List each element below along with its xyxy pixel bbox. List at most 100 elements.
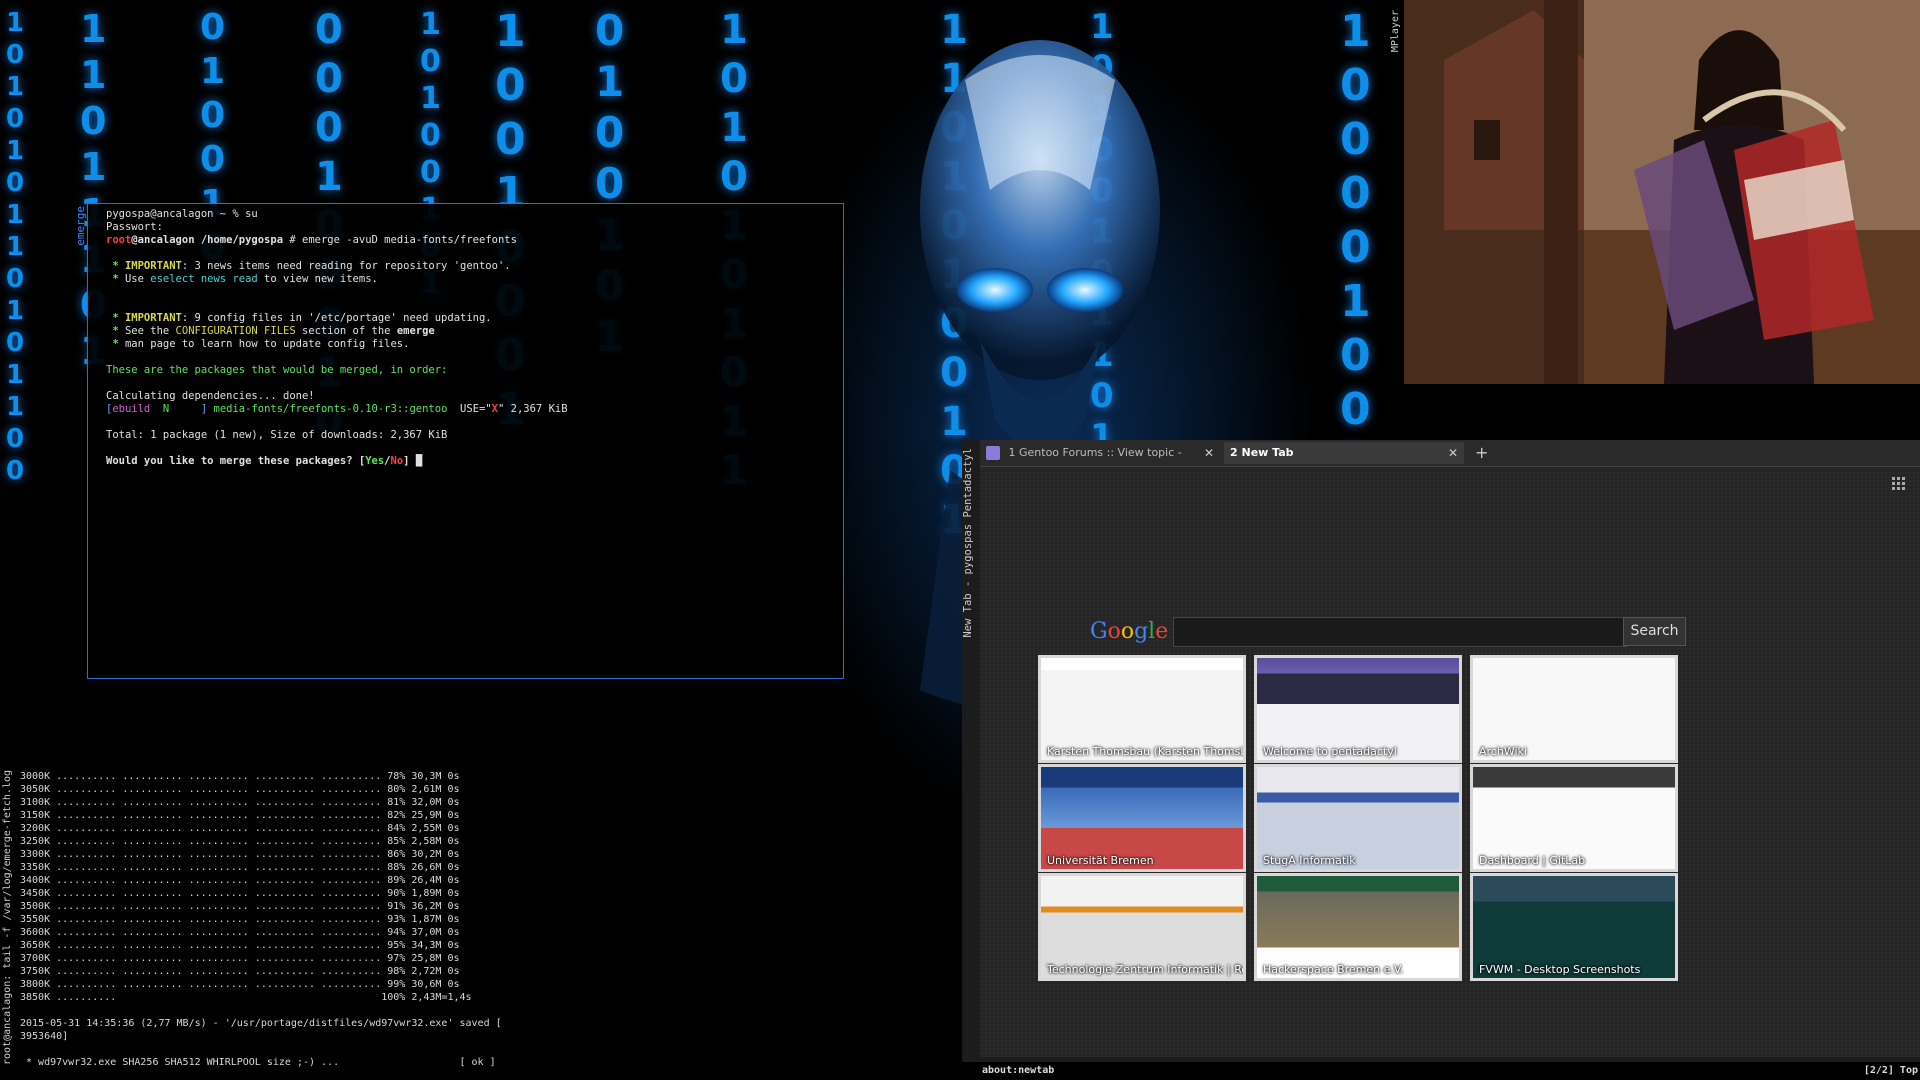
speed-dial-tile-label: ArchWiki [1479, 745, 1527, 758]
fetch-log-terminal-window[interactable]: root@ancalagon: tail -f /var/log/emerge-… [0, 762, 505, 1080]
log-line: 3350K .......... .......... .......... .… [20, 862, 460, 873]
matrix-digit: 1 [595, 57, 625, 106]
speed-dial-tile[interactable]: Universität Bremen [1038, 764, 1246, 872]
speed-dial-tile-label: FVWM - Desktop Screenshots [1479, 963, 1641, 976]
matrix-digit: 0 [6, 104, 25, 134]
video-frame[interactable] [1404, 0, 1920, 384]
matrix-digit: 1 [6, 136, 25, 166]
matrix-digit: 0 [495, 114, 526, 165]
google-search-button[interactable]: Search [1623, 617, 1686, 646]
matrix-digit: 0 [420, 118, 441, 153]
terminal-text: Calculating dependencies... done! [106, 390, 315, 402]
terminal-line: * man page to learn how to update config… [106, 338, 843, 351]
speed-dial-tile[interactable]: Karsten Thomsbau (Karsten Thomsbau) [1038, 655, 1246, 763]
emerge-terminal-title: emerge [74, 206, 87, 246]
log-line: 3800K .......... .......... .......... .… [20, 979, 460, 990]
matrix-digit: 0 [200, 7, 226, 48]
matrix-digit: 0 [1340, 114, 1371, 165]
emerge-terminal-output[interactable]: pygospa@ancalagon ~ % su Passwort: root@an… [88, 204, 843, 468]
matrix-digit: 1 [6, 296, 25, 326]
terminal-line: Total: 1 package (1 new), Size of downlo… [106, 429, 843, 442]
terminal-text: IMPORTANT [124, 312, 182, 324]
google-search-input[interactable] [1173, 617, 1627, 647]
log-line: 3300K .......... .......... .......... .… [20, 849, 460, 860]
pentadactyl-browser-window[interactable]: New Tab - pygospas Pentadactyl 1 Gentoo … [962, 440, 1920, 1080]
terminal-line: Would you like to merge these packages? … [106, 455, 843, 468]
log-line: 3100K .......... .......... .......... .… [20, 797, 460, 808]
speed-dial-tile[interactable]: Technologie-Zentrum Informatik | Robotic… [1038, 873, 1246, 981]
speed-dial-tile[interactable]: StugA Informatik [1254, 764, 1462, 872]
terminal-text: * [106, 260, 125, 272]
mplayer-window[interactable]: MPlayer [1390, 0, 1920, 385]
tab-bar: 1 Gentoo Forums :: View topic - [Mini-..… [980, 440, 1920, 481]
terminal-text: to view new items. [257, 273, 378, 285]
terminal-line: * Use eselect news read to view new item… [106, 273, 843, 286]
matrix-digit: 1 [6, 392, 25, 422]
matrix-digit: 0 [6, 328, 25, 358]
terminal-text: Passwort: [106, 221, 163, 233]
speed-dial-tile[interactable]: Welcome to pentadactyl [1254, 655, 1462, 763]
google-logo-letter: o [1107, 619, 1121, 644]
matrix-digit: 0 [6, 424, 25, 454]
terminal-line: These are the packages that would be mer… [106, 364, 843, 377]
mplayer-title: MPlayer [1390, 10, 1401, 53]
new-tab-button[interactable]: + [1468, 442, 1492, 464]
tab-number: 1 [1008, 446, 1016, 459]
status-position: [2/2] Top [1863, 1065, 1918, 1076]
terminal-text: man page to learn how to update config f… [124, 338, 410, 350]
terminal-line: * IMPORTANT: 9 config files in '/etc/por… [106, 312, 843, 325]
speed-dial-tile[interactable]: Dashboard | GitLab [1470, 764, 1678, 872]
matrix-digit: 0 [200, 139, 226, 180]
terminal-text: * [106, 312, 125, 324]
browser-window-title: New Tab - pygospas Pentadactyl [962, 448, 974, 638]
terminal-text: media-fonts/freefonts-0.10-r3::gentoo [213, 403, 448, 415]
terminal-line: Calculating dependencies... done! [106, 390, 843, 403]
matrix-digit: 1 [6, 232, 25, 262]
speed-dial-tile-label: Hackerspace Bremen e.V. [1263, 963, 1404, 976]
matrix-digit: 1 [80, 145, 107, 189]
speed-dial-tile[interactable]: ArchWiki [1470, 655, 1678, 763]
terminal-text: ] [403, 455, 416, 467]
terminal-text: ebuild [112, 403, 151, 415]
terminal-line: root@ancalagon /home/pygospa # emerge -a… [106, 234, 843, 247]
matrix-digit: 1 [720, 7, 748, 53]
terminal-text: USE=" [447, 403, 492, 415]
tab-close-icon[interactable]: ✕ [1448, 442, 1458, 464]
tab-gentoo-forums[interactable]: 1 Gentoo Forums :: View topic - [Mini-..… [980, 442, 1220, 481]
terminal-line: * See the CONFIGURATION FILES section of… [106, 325, 843, 338]
terminal-text: * [106, 273, 125, 285]
matrix-digit: 1 [495, 6, 526, 57]
matrix-digit: 0 [1340, 222, 1371, 273]
speed-dial-tile-label: Karsten Thomsbau (Karsten Thomsbau) [1047, 745, 1246, 758]
matrix-digit: 1 [315, 154, 343, 200]
log-line: 3400K .......... .......... .......... .… [20, 875, 460, 886]
speed-dial-tile-label: Technologie-Zentrum Informatik | Robotic… [1047, 963, 1243, 976]
log-line: 3200K .......... .......... .......... .… [20, 823, 460, 834]
terminal-text: ] [200, 403, 214, 415]
matrix-digit: 1 [1090, 7, 1114, 47]
matrix-digit: 0 [6, 264, 25, 294]
speed-dial-tile[interactable]: FVWM - Desktop Screenshots [1470, 873, 1678, 981]
log-line: 3700K .......... .......... .......... .… [20, 953, 460, 964]
matrix-digit: 1 [6, 8, 25, 38]
matrix-digit: 0 [495, 60, 526, 111]
terminal-text: root [106, 234, 132, 246]
log-line: 3550K .......... .......... .......... .… [20, 914, 460, 925]
new-tab-page: Google Search Karsten Thomsbau (Karsten … [980, 467, 1920, 1057]
tab-new-tab[interactable]: 2 New Tab ✕ [1224, 442, 1464, 464]
tab-number: 2 [1230, 446, 1238, 459]
apps-grid-icon[interactable] [1892, 477, 1906, 491]
terminal-line: [ebuild N ] media-fonts/freefonts-0.10-r… [106, 403, 843, 416]
speed-dial-tile[interactable]: Hackerspace Bremen e.V. [1254, 873, 1462, 981]
emerge-terminal-window[interactable]: emerge pygospa@ancalagon ~ % su Passwort:… [74, 203, 844, 679]
speed-dial-tile-label: Welcome to pentadactyl [1263, 745, 1397, 758]
matrix-digit: 1 [420, 7, 441, 42]
matrix-digit: 0 [6, 40, 25, 70]
status-url[interactable]: about:newtab [982, 1062, 1054, 1080]
speed-dial-tile-label: Universität Bremen [1047, 854, 1154, 867]
tab-close-icon[interactable]: ✕ [1204, 442, 1214, 464]
